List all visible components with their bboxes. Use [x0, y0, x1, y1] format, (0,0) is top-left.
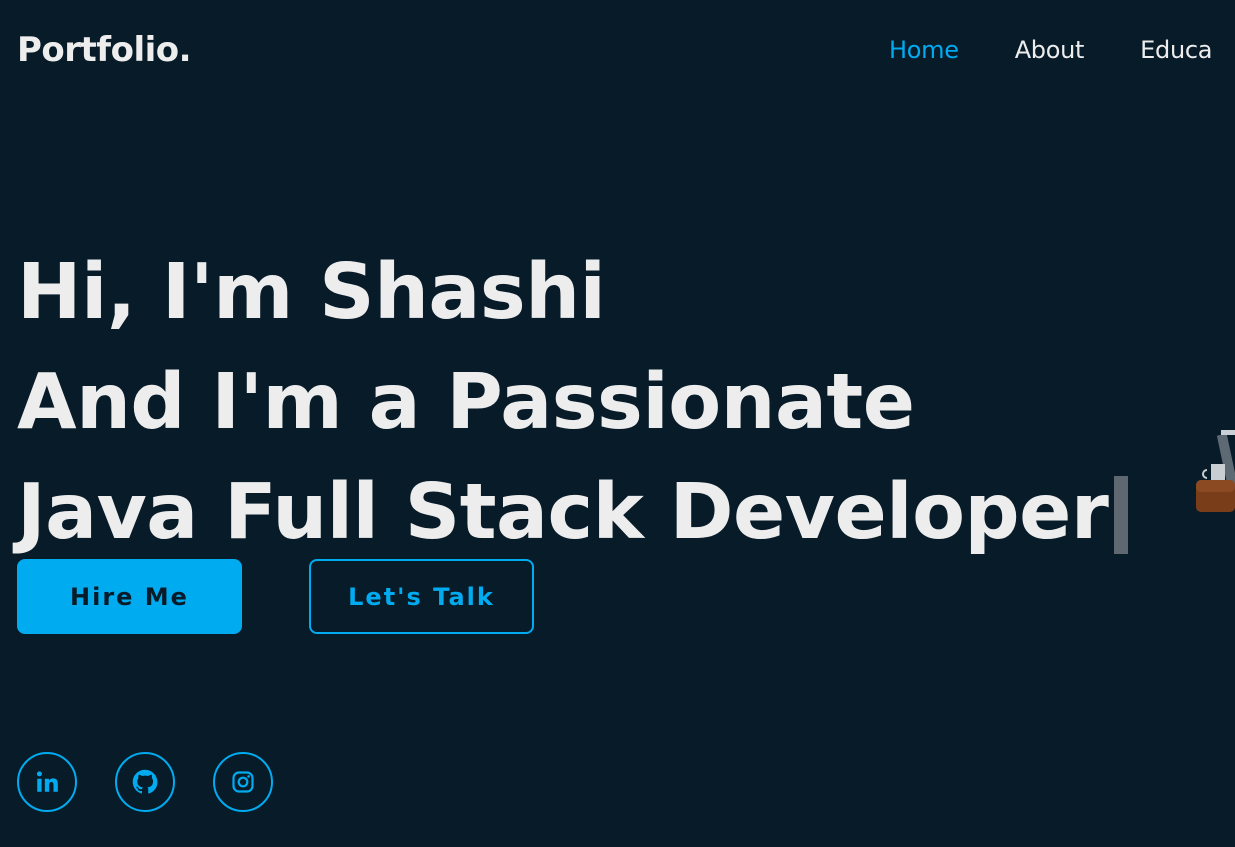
nav-link-home[interactable]: Home: [889, 36, 959, 64]
linkedin-link[interactable]: [17, 752, 77, 812]
nav-link-education[interactable]: Educa: [1140, 36, 1212, 64]
linkedin-icon: [36, 771, 58, 792]
hero-intro: And I'm a Passionate: [17, 358, 915, 447]
hero-title: Hi, I'm Shashi And I'm a Passionate Java…: [17, 238, 1129, 568]
github-link[interactable]: [115, 752, 175, 812]
developer-illustration: [1196, 430, 1235, 512]
github-icon: [132, 769, 158, 794]
hero-role-line: Java Full Stack Developer: [17, 458, 1129, 568]
social-links: [17, 752, 311, 812]
hire-me-button[interactable]: Hire Me: [17, 559, 242, 634]
hero-greeting: Hi, I'm Shashi: [17, 248, 606, 337]
typing-caret: [1114, 476, 1129, 554]
main-nav: Home About Educa: [889, 36, 1235, 64]
nav-link-about[interactable]: About: [1015, 36, 1085, 64]
header: Portfolio. Home About Educa: [0, 0, 1235, 104]
lets-talk-button[interactable]: Let's Talk: [309, 559, 534, 634]
portfolio-page: Portfolio. Home About Educa Hi, I'm Shas…: [0, 0, 1235, 847]
logo[interactable]: Portfolio.: [17, 30, 192, 70]
instagram-icon: [232, 771, 254, 793]
instagram-link[interactable]: [213, 752, 273, 812]
hero-role: Java Full Stack Developer: [17, 468, 1109, 557]
